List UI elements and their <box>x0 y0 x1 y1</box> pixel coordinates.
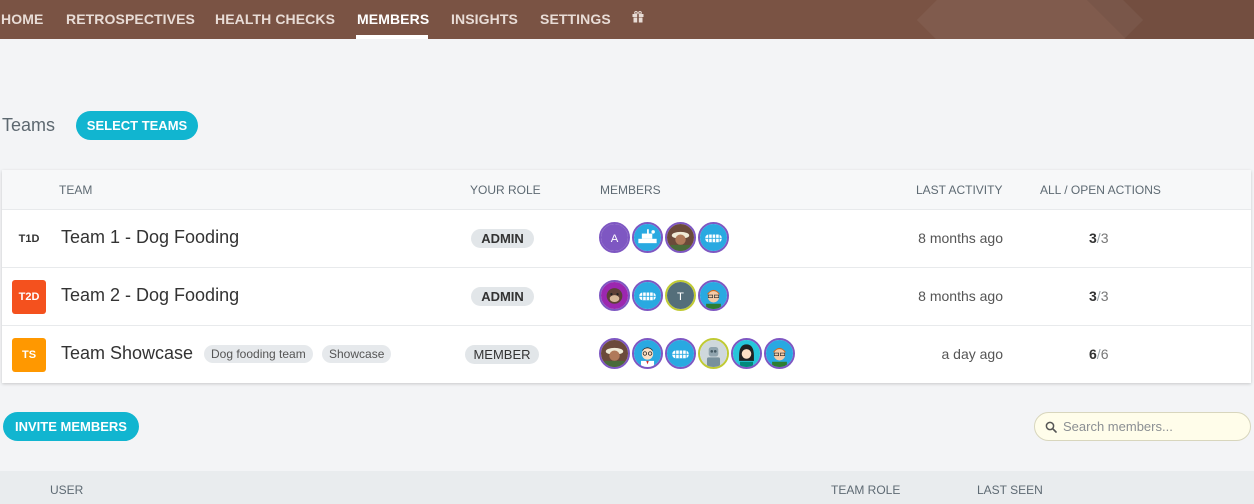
actions-count: 3/3 <box>1089 230 1109 246</box>
team-name[interactable]: Team 1 - Dog Fooding <box>61 227 239 248</box>
column-header-members: MEMBERS <box>600 183 661 197</box>
avatar[interactable] <box>632 222 663 253</box>
nav-home[interactable]: HOME <box>1 11 43 27</box>
active-tab-indicator <box>356 35 428 39</box>
team-name[interactable]: Team 2 - Dog Fooding <box>61 285 239 306</box>
avatar[interactable] <box>698 222 729 253</box>
last-activity: 8 months ago <box>918 288 1003 304</box>
avatar[interactable] <box>731 338 762 369</box>
nav-retrospectives[interactable]: RETROSPECTIVES <box>66 11 195 27</box>
avatar[interactable] <box>698 280 729 311</box>
column-header-team-role[interactable]: TEAM ROLE <box>831 483 900 497</box>
role-badge: ADMIN <box>471 229 534 248</box>
nav-settings[interactable]: SETTINGS <box>540 11 611 27</box>
last-activity: 8 months ago <box>918 230 1003 246</box>
member-search <box>1034 412 1251 441</box>
avatar[interactable] <box>665 222 696 253</box>
avatar[interactable] <box>632 280 663 311</box>
team-name[interactable]: Team Showcase <box>61 343 193 364</box>
svg-text:A: A <box>611 233 619 245</box>
teams-heading: Teams <box>2 115 56 135</box>
nav-health-checks[interactable]: HEALTH CHECKS <box>215 11 335 27</box>
column-header-team[interactable]: TEAM <box>59 183 92 197</box>
team-badge: T2D <box>12 280 46 314</box>
select-teams-button[interactable]: SELECT TEAMS <box>76 111 198 140</box>
column-header-user[interactable]: USER <box>50 483 83 497</box>
invite-members-button[interactable]: INVITE MEMBERS <box>3 412 139 441</box>
avatar[interactable] <box>698 338 729 369</box>
avatar[interactable]: T <box>665 280 696 311</box>
team-row[interactable]: T1D Team 1 - Dog Fooding ADMIN A 8 month… <box>2 209 1251 267</box>
avatar[interactable] <box>632 338 663 369</box>
last-activity: a day ago <box>941 346 1004 362</box>
actions-count: 3/3 <box>1089 288 1109 304</box>
team-row[interactable]: T2D Team 2 - Dog Fooding ADMIN T 8 month… <box>2 267 1251 325</box>
role-badge: ADMIN <box>471 287 534 306</box>
teams-table-header: TEAM YOUR ROLE MEMBERS LAST ACTIVITY ALL… <box>2 170 1251 209</box>
users-table-header: USER TEAM ROLE LAST SEEN <box>0 471 1254 504</box>
search-icon <box>1045 421 1057 433</box>
nav-members[interactable]: MEMBERS <box>357 11 429 27</box>
top-nav: HOME RETROSPECTIVES HEALTH CHECKS MEMBER… <box>0 0 1254 39</box>
actions-count: 6/6 <box>1089 346 1109 362</box>
avatar[interactable] <box>764 338 795 369</box>
avatar[interactable] <box>599 338 630 369</box>
gift-icon[interactable] <box>632 11 644 23</box>
avatar[interactable]: A <box>599 222 630 253</box>
role-badge: MEMBER <box>465 345 539 364</box>
team-badge: T1D <box>12 222 46 256</box>
column-header-role[interactable]: YOUR ROLE <box>470 183 541 197</box>
nav-insights[interactable]: INSIGHTS <box>451 11 518 27</box>
team-tag[interactable]: Showcase <box>322 345 392 363</box>
column-header-actions: ALL / OPEN ACTIONS <box>1040 183 1161 197</box>
svg-text:T: T <box>677 291 684 303</box>
avatar[interactable] <box>599 280 630 311</box>
team-badge: TS <box>12 338 46 372</box>
avatar[interactable] <box>665 338 696 369</box>
team-row[interactable]: TS Team Showcase Dog fooding team Showca… <box>2 325 1251 383</box>
column-header-last-activity[interactable]: LAST ACTIVITY <box>916 183 1002 197</box>
teams-table: TEAM YOUR ROLE MEMBERS LAST ACTIVITY ALL… <box>2 170 1251 383</box>
search-members-input[interactable] <box>1063 413 1243 440</box>
column-header-last-seen[interactable]: LAST SEEN <box>977 483 1043 497</box>
team-tag[interactable]: Dog fooding team <box>204 345 313 363</box>
